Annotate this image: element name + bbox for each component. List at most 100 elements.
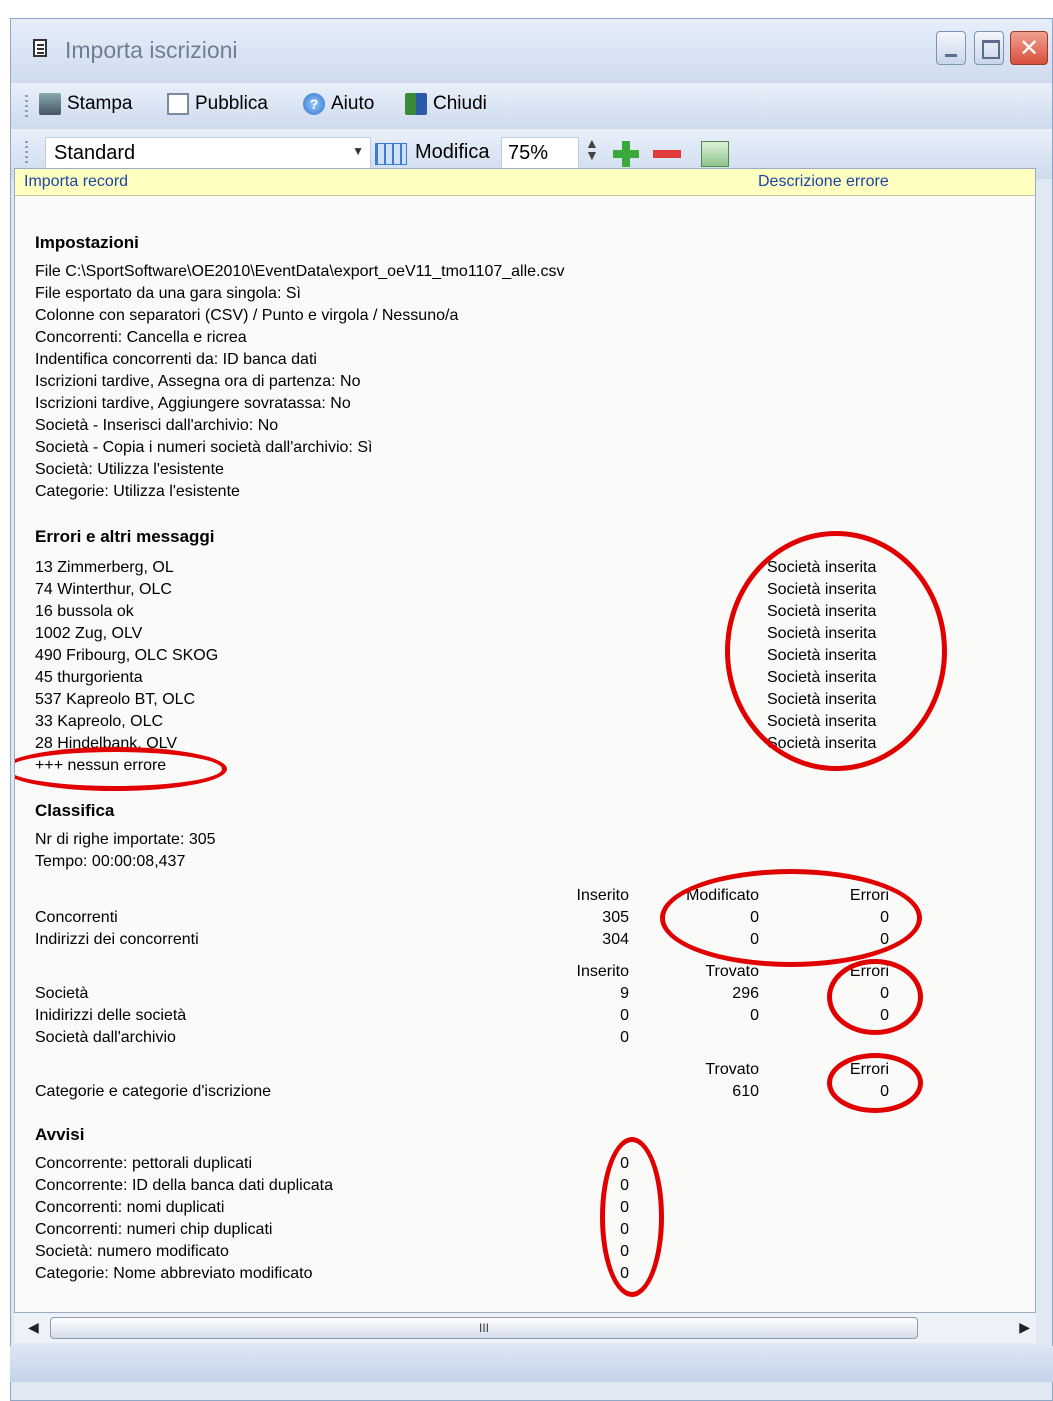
settings-line: File esportato da una gara singola: Sì <box>35 285 301 302</box>
help-label: Aiuto <box>331 93 375 114</box>
settings-line: Società - Copia i numeri società dall'ar… <box>35 439 373 456</box>
chevron-down-icon[interactable]: ▼ <box>352 144 364 158</box>
col-header-errors: Errori <box>849 887 889 904</box>
scroll-left-icon[interactable]: ◀ <box>28 1319 39 1336</box>
report-header: Importa record Descrizione errore <box>15 169 1035 196</box>
summary-value: 0 <box>750 931 759 948</box>
annotation-circle-warnings <box>600 1137 664 1297</box>
error-desc: Società inserita <box>767 691 877 708</box>
refresh-icon[interactable] <box>701 141 729 167</box>
main-toolbar: Stampa Pubblica ? Aiuto Chiudi <box>11 83 1052 129</box>
warning-label: Concorrenti: numeri chip duplicati <box>35 1221 273 1238</box>
summary-value: 0 <box>880 985 889 1002</box>
warning-value: 0 <box>620 1177 629 1194</box>
document-icon <box>33 39 47 57</box>
summary-value: 304 <box>602 931 629 948</box>
settings-line: Società - Inserisci dall'archivio: No <box>35 417 279 434</box>
summary-value: 610 <box>732 1083 759 1100</box>
error-item: 74 Winterthur, OLC <box>35 581 172 598</box>
summary-value: 0 <box>880 909 889 926</box>
summary-row-label: Società dall'archivio <box>35 1029 176 1046</box>
settings-line: Società: Utilizza l'esistente <box>35 461 224 478</box>
error-desc: Società inserita <box>767 559 877 576</box>
window-title: Importa iscrizioni <box>65 37 238 63</box>
status-bar <box>10 1346 1053 1382</box>
close-button[interactable]: Chiudi <box>405 93 487 115</box>
header-error-description: Descrizione errore <box>758 173 889 190</box>
col-header-found: Trovato <box>705 1061 759 1078</box>
summary-row-label: Società <box>35 985 89 1002</box>
table-icon[interactable] <box>375 143 407 165</box>
settings-line: Indentifica concorrenti da: ID banca dat… <box>35 351 317 368</box>
error-item: 33 Kapreolo, OLC <box>35 713 164 730</box>
print-button[interactable]: Stampa <box>39 93 132 115</box>
error-item: 45 thurgorienta <box>35 669 143 686</box>
publish-button[interactable]: Pubblica <box>167 93 268 115</box>
zoom-out-icon[interactable] <box>653 150 681 158</box>
col-header-inserted: Inserito <box>576 887 629 904</box>
summary-row-label: Indirizzi dei concorrenti <box>35 931 199 948</box>
rows-imported: Nr di righe importate: 305 <box>35 831 216 848</box>
error-desc: Società inserita <box>767 735 877 752</box>
toolbar-grip[interactable] <box>25 95 28 119</box>
summary-value: 9 <box>620 985 629 1002</box>
error-desc: Società inserita <box>767 713 877 730</box>
zoom-in-icon[interactable] <box>613 141 639 167</box>
error-item: 537 Kapreolo BT, OLC <box>35 691 196 708</box>
toolbar-grip[interactable] <box>25 141 28 165</box>
warning-label: Concorrente: pettorali duplicati <box>35 1155 253 1172</box>
horizontal-scrollbar[interactable]: ◀ III ▶ <box>14 1313 1036 1343</box>
report-area: Importa record Descrizione errore Impost… <box>14 168 1036 1313</box>
warning-label: Concorrente: ID della banca dati duplica… <box>35 1177 333 1194</box>
warning-value: 0 <box>620 1199 629 1216</box>
error-item: 1002 Zug, OLV <box>35 625 143 642</box>
zoom-spinner-icon[interactable]: ▲ ▼ <box>585 136 599 162</box>
summary-value: 0 <box>750 909 759 926</box>
summary-value: 296 <box>732 985 759 1002</box>
scrollbar-thumb[interactable]: III <box>50 1317 918 1339</box>
summary-value: 0 <box>880 1007 889 1024</box>
col-header-inserted: Inserito <box>576 963 629 980</box>
error-item: 28 Hindelbank, OLV <box>35 735 178 752</box>
zoom-field[interactable]: 75% <box>501 137 579 169</box>
help-icon: ? <box>303 93 325 115</box>
summary-value: 0 <box>750 1007 759 1024</box>
close-window-button[interactable] <box>1010 31 1048 65</box>
warning-label: Concorrenti: nomi duplicati <box>35 1199 225 1216</box>
error-item: 13 Zimmerberg, OL <box>35 559 174 576</box>
summary-row-label: Categorie e categorie d'iscrizione <box>35 1083 272 1100</box>
col-header-modified: Modificato <box>686 887 759 904</box>
zoom-value: 75% <box>508 142 549 164</box>
import-time: Tempo: 00:00:08,437 <box>35 853 186 870</box>
settings-line: Concorrenti: Cancella e ricrea <box>35 329 247 346</box>
modify-button[interactable]: Modifica <box>415 141 489 164</box>
help-button[interactable]: ? Aiuto <box>303 93 374 115</box>
col-header-errors: Errori <box>849 963 889 980</box>
summary-value: 0 <box>620 1007 629 1024</box>
maximize-button[interactable] <box>974 31 1004 65</box>
exit-icon <box>405 93 427 115</box>
error-desc: Società inserita <box>767 647 877 664</box>
error-desc: Società inserita <box>767 603 877 620</box>
summary-value: 0 <box>880 1083 889 1100</box>
title-bar: Importa iscrizioni <box>11 19 1052 83</box>
header-import-record: Importa record <box>24 173 129 190</box>
summary-title: Classifica <box>35 801 115 820</box>
error-desc: Società inserita <box>767 669 877 686</box>
warning-value: 0 <box>620 1221 629 1238</box>
summary-row-label: Concorrenti <box>35 909 118 926</box>
warning-value: 0 <box>620 1265 629 1282</box>
warning-value: 0 <box>620 1243 629 1260</box>
settings-line: Iscrizioni tardive, Assegna ora di parte… <box>35 373 361 390</box>
layout-select[interactable]: Standard ▼ <box>45 137 371 169</box>
settings-line: Colonne con separatori (CSV) / Punto e v… <box>35 307 459 324</box>
settings-line: Iscrizioni tardive, Aggiungere sovratass… <box>35 395 351 412</box>
error-desc: Società inserita <box>767 625 877 642</box>
warnings-title: Avvisi <box>35 1125 85 1144</box>
summary-value: 305 <box>602 909 629 926</box>
minimize-button[interactable] <box>936 31 966 65</box>
col-header-found: Trovato <box>705 963 759 980</box>
scroll-right-icon[interactable]: ▶ <box>1019 1319 1030 1336</box>
error-desc: Società inserita <box>767 581 877 598</box>
settings-line: File C:\SportSoftware\OE2010\EventData\e… <box>35 263 565 280</box>
